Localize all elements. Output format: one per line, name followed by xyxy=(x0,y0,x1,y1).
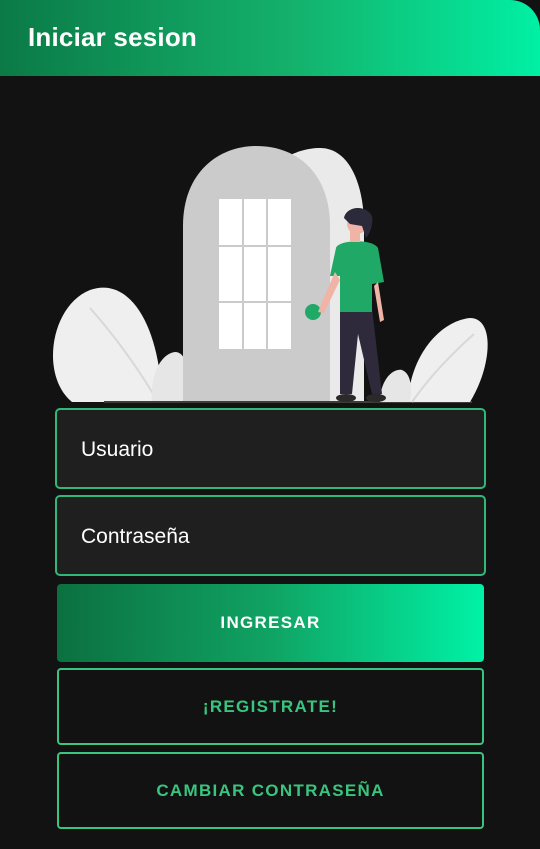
change-password-button-label: CAMBIAR CONTRASEÑA xyxy=(156,780,385,800)
username-input[interactable] xyxy=(79,410,472,489)
app-bar: Iniciar sesion xyxy=(0,0,540,76)
register-button[interactable]: ¡REGISTRATE! xyxy=(57,668,484,745)
change-password-button[interactable]: CAMBIAR CONTRASEÑA xyxy=(57,752,484,829)
left-plant-illustration xyxy=(52,287,188,403)
page-title: Iniciar sesion xyxy=(28,22,197,52)
password-input[interactable] xyxy=(79,497,472,576)
right-plant-illustration xyxy=(380,318,488,403)
login-illustration xyxy=(52,146,488,403)
login-button-label: INGRESAR xyxy=(220,613,321,632)
login-button[interactable]: INGRESAR xyxy=(57,584,484,662)
register-button-label: ¡REGISTRATE! xyxy=(202,696,339,716)
username-field[interactable] xyxy=(55,408,486,489)
password-field[interactable] xyxy=(55,495,486,576)
